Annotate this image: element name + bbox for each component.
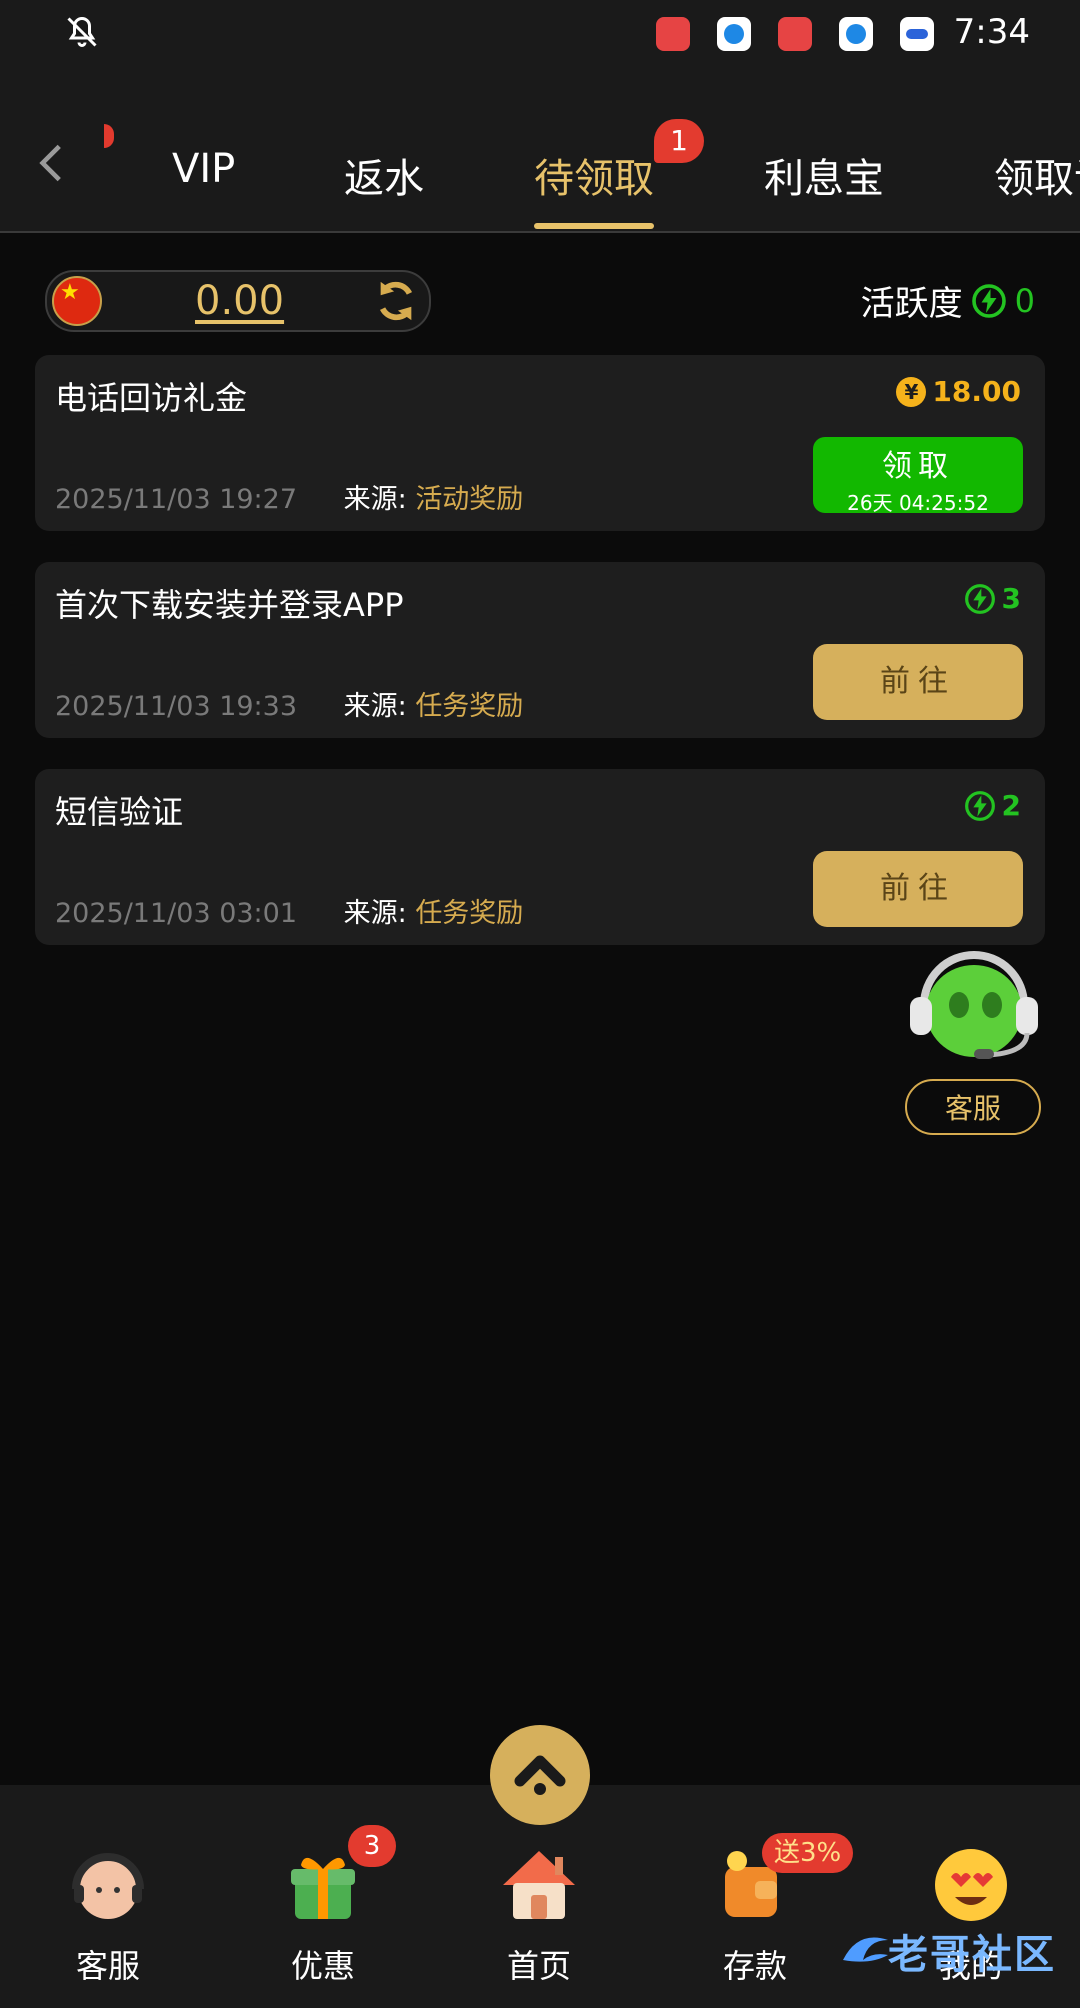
tab-pending[interactable]: 待领取 (534, 146, 654, 204)
card-reward-amount: 2 (1001, 789, 1021, 822)
reward-card: 电话回访礼金 ¥ 18.00 2025/11/03 19:27 来源: 活动奖励… (35, 355, 1045, 531)
nav-customer-service[interactable]: 客服 (33, 1845, 183, 1995)
nav-home[interactable]: 首页 (464, 1845, 614, 1995)
card-source-label: 来源: (343, 898, 407, 929)
customer-service-button[interactable]: 客服 (905, 1079, 1041, 1135)
promotions-badge: 3 (348, 1825, 396, 1867)
tab-rebate[interactable]: 返水 (344, 146, 424, 204)
tab-bar: VIP 返水 待领取 1 利息宝 领取记录 (0, 66, 1080, 233)
cloud-app-icon (900, 17, 934, 51)
support-avatar-icon (72, 1853, 144, 1919)
lightning-icon (964, 583, 995, 614)
status-time: 7:34 (953, 12, 1030, 52)
card-meta: 2025/11/03 19:27 来源: 活动奖励 (55, 477, 523, 516)
notification-marker (104, 124, 114, 148)
activity-indicator: 活跃度 0 (861, 276, 1035, 325)
activity-label: 活跃度 (860, 284, 963, 324)
card-source-label: 来源: (343, 484, 407, 515)
go-button[interactable]: 前往 (813, 851, 1023, 927)
card-reward: ¥ 18.00 (896, 375, 1021, 408)
card-datetime: 2025/11/03 19:33 (55, 691, 298, 722)
card-meta: 2025/11/03 19:33 来源: 任务奖励 (55, 684, 523, 723)
card-reward: 3 (964, 582, 1021, 615)
go-button[interactable]: 前往 (813, 644, 1023, 720)
reward-card: 首次下载安装并登录APP 3 2025/11/03 19:33 来源: 任务奖励… (35, 562, 1045, 738)
browser-app-icon (717, 17, 751, 51)
refresh-icon[interactable] (373, 278, 419, 324)
yuan-coin-icon: ¥ (896, 376, 927, 407)
card-source-label: 来源: (343, 691, 407, 722)
lightning-icon (964, 790, 995, 821)
heart-eyes-emoji-icon (935, 1849, 1007, 1921)
nav-deposit[interactable]: 送3% 存款 (680, 1833, 854, 1995)
nav-promotions[interactable]: 3 优惠 (248, 1825, 398, 1995)
tab-history[interactable]: 领取记录 (994, 146, 1080, 204)
bell-off-icon (67, 16, 97, 47)
watermark-text: 老哥社区 (888, 1932, 1056, 1978)
nav-label: 首页 (506, 1947, 571, 1985)
huawei-app-icon (656, 17, 690, 51)
nav-label: 优惠 (290, 1947, 355, 1985)
card-reward: 2 (964, 789, 1021, 822)
card-title: 电话回访礼金 (55, 379, 248, 417)
deposit-promo-badge: 送3% (762, 1833, 854, 1873)
card-source: 活动奖励 (415, 484, 524, 515)
claim-button[interactable]: 领取 26天 04:25:52 (813, 437, 1023, 515)
card-datetime: 2025/11/03 19:27 (55, 484, 298, 515)
huawei-app-icon (778, 17, 812, 51)
card-title: 首次下载安装并登录APP (55, 586, 404, 624)
tab-vip[interactable]: VIP (172, 146, 235, 192)
active-tab-indicator (534, 223, 654, 229)
tab-pending-badge: 1 (654, 119, 704, 163)
chevron-up-icon (514, 1755, 566, 1795)
scroll-to-top-button[interactable] (490, 1725, 590, 1825)
support-agent-icon[interactable] (904, 945, 1044, 1065)
card-meta: 2025/11/03 03:01 来源: 任务奖励 (55, 891, 523, 930)
browser-app-icon (839, 17, 873, 51)
lightning-icon (971, 283, 1006, 318)
nav-label: 存款 (722, 1947, 787, 1985)
house-icon (503, 1851, 575, 1919)
reward-card: 短信验证 2 2025/11/03 03:01 来源: 任务奖励 前往 (35, 769, 1045, 945)
card-datetime: 2025/11/03 03:01 (55, 898, 298, 929)
claim-countdown: 26天 04:25:52 (847, 491, 989, 515)
status-bar: 7:34 (0, 0, 1080, 66)
activity-value: 0 (1014, 281, 1035, 320)
card-source: 任务奖励 (415, 691, 524, 722)
nav-label: 客服 (75, 1947, 140, 1985)
china-flag-icon: ★ (52, 276, 102, 326)
customer-service-float[interactable]: 客服 (898, 945, 1048, 1145)
card-title: 短信验证 (55, 793, 184, 831)
claim-button-label: 领取 (882, 449, 954, 484)
balance-pill: ★ 0.00 (45, 270, 431, 332)
tab-interest[interactable]: 利息宝 (764, 146, 884, 204)
card-source: 任务奖励 (415, 898, 524, 929)
card-reward-amount: 3 (1001, 582, 1021, 615)
card-reward-amount: 18.00 (932, 375, 1021, 408)
balance-value[interactable]: 0.00 (195, 278, 284, 324)
community-watermark: 老哥社区 (838, 1920, 1068, 2000)
back-arrow-icon[interactable] (28, 138, 78, 188)
